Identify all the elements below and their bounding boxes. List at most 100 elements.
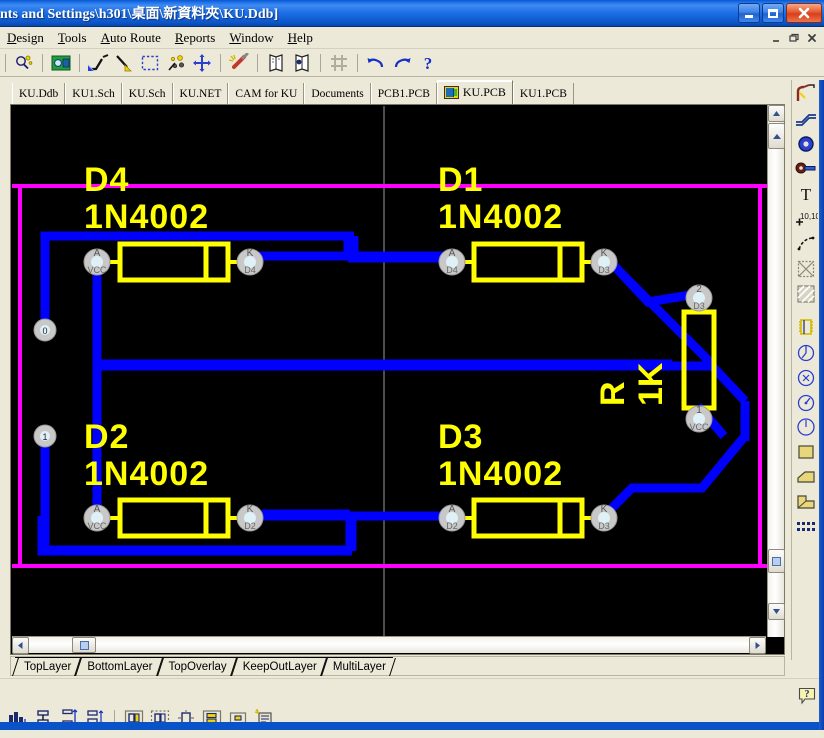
place-split-plane-icon[interactable] bbox=[794, 465, 818, 489]
redo-icon[interactable] bbox=[391, 52, 413, 74]
component-designator: D3 bbox=[438, 418, 483, 456]
pad-net: D4 bbox=[446, 265, 458, 275]
pad-d4-a[interactable]: A VCC bbox=[84, 248, 110, 275]
component-designator: R bbox=[594, 381, 632, 406]
menu-item-help[interactable]: Help bbox=[281, 29, 320, 47]
place-polygon-plane-icon[interactable] bbox=[794, 282, 818, 306]
place-dimension-icon[interactable] bbox=[794, 390, 818, 414]
scroll-grip bbox=[80, 641, 89, 650]
pad-net: D2 bbox=[244, 521, 256, 531]
pad-r-1[interactable]: 1 VCC bbox=[686, 405, 712, 432]
place-via-icon[interactable] bbox=[794, 132, 818, 156]
place-pad-icon[interactable] bbox=[794, 157, 818, 181]
horizontal-scrollbar[interactable] bbox=[12, 636, 766, 653]
document-tab-documents[interactable]: Documents bbox=[304, 83, 370, 104]
document-tab-cam-for-ku[interactable]: CAM for KU bbox=[228, 83, 304, 104]
place-line-icon[interactable] bbox=[113, 52, 135, 74]
document-tab-ku-ddb[interactable]: KU.Ddb bbox=[12, 83, 65, 104]
place-track-icon[interactable] bbox=[794, 107, 818, 131]
scroll-left-button[interactable] bbox=[12, 637, 29, 654]
place-rectangle-fill-icon[interactable] bbox=[794, 440, 818, 464]
menu-item-auto-route[interactable]: Auto Route bbox=[94, 29, 168, 47]
browse-components-icon[interactable] bbox=[265, 52, 287, 74]
close-icon bbox=[797, 6, 811, 20]
layer-tab-multilayer[interactable]: MultiLayer bbox=[324, 657, 393, 675]
place-arc-center-icon[interactable] bbox=[794, 232, 818, 256]
window-close-button[interactable] bbox=[786, 3, 822, 23]
pcb-canvas[interactable]: D4 1N4002 D1 1N4002 bbox=[12, 106, 767, 636]
menu-item-design[interactable]: Design bbox=[0, 29, 51, 47]
move-icon[interactable] bbox=[191, 52, 213, 74]
pad-d2-a[interactable]: A VCC bbox=[84, 504, 110, 531]
component-comment: 1N4002 bbox=[438, 198, 563, 236]
pad-d4-k[interactable]: K D4 bbox=[237, 248, 263, 275]
place-arc-edge-icon[interactable] bbox=[794, 340, 818, 364]
toolbar-separator bbox=[220, 54, 221, 72]
pad-r-2[interactable]: 2 D3 bbox=[686, 284, 712, 311]
place-component-icon[interactable] bbox=[794, 315, 818, 339]
scroll-right-button[interactable] bbox=[749, 637, 766, 654]
mdi-close-button[interactable] bbox=[804, 30, 820, 45]
mdi-minimize-button[interactable] bbox=[768, 30, 784, 45]
highlight-net-icon[interactable] bbox=[228, 52, 250, 74]
component-comment: 1N4002 bbox=[438, 455, 563, 493]
pad-d2-k[interactable]: K D2 bbox=[237, 504, 263, 531]
interactive-routing-icon[interactable] bbox=[794, 82, 818, 106]
scroll-up-button[interactable] bbox=[768, 105, 785, 122]
place-array-icon[interactable] bbox=[794, 515, 818, 539]
chevron-up-icon bbox=[772, 131, 782, 141]
mdi-restore-button[interactable] bbox=[786, 30, 802, 45]
layer-tab-topoverlay[interactable]: TopOverlay bbox=[160, 657, 234, 675]
layer-tab-toplayer[interactable]: TopLayer bbox=[15, 657, 78, 675]
document-tab-ku-sch[interactable]: KU.Sch bbox=[122, 83, 173, 104]
pad-1[interactable]: 1 bbox=[34, 425, 56, 447]
move-selection-icon[interactable] bbox=[165, 52, 187, 74]
view-board-icon[interactable] bbox=[50, 52, 72, 74]
document-tab-ku-pcb[interactable]: KU.PCB bbox=[437, 80, 513, 104]
scroll-thumb-bottom[interactable] bbox=[768, 549, 785, 573]
component-comment: 1N4002 bbox=[84, 198, 209, 236]
pad-name: K bbox=[247, 248, 254, 259]
document-tab-pcb1-pcb[interactable]: PCB1.PCB bbox=[371, 83, 437, 104]
pad-d1-a[interactable]: A D4 bbox=[439, 248, 465, 275]
window-minimize-button[interactable] bbox=[738, 3, 760, 23]
place-coordinate-icon[interactable]: 10,10 bbox=[794, 207, 818, 231]
help-balloon-icon[interactable]: ? bbox=[798, 687, 816, 705]
place-full-circle-icon[interactable] bbox=[794, 415, 818, 439]
vertical-scrollbar[interactable] bbox=[767, 105, 784, 637]
menu-item-tools[interactable]: Tools bbox=[51, 29, 94, 47]
layer-tab-bottomlayer[interactable]: BottomLayer bbox=[78, 657, 159, 675]
tab-label: KU.Ddb bbox=[19, 88, 58, 100]
place-track-icon[interactable] bbox=[87, 52, 109, 74]
component-designator: D4 bbox=[84, 161, 129, 199]
window-maximize-button[interactable] bbox=[762, 3, 784, 23]
pad-d1-k[interactable]: K D3 bbox=[591, 248, 617, 275]
status-bar bbox=[0, 722, 824, 730]
document-tab-ku-net[interactable]: KU.NET bbox=[173, 83, 229, 104]
place-arc-any-angle-icon[interactable] bbox=[794, 365, 818, 389]
undo-icon[interactable] bbox=[365, 52, 387, 74]
document-tab-ku1-pcb[interactable]: KU1.PCB bbox=[513, 83, 574, 104]
scroll-thumb-top[interactable] bbox=[768, 123, 785, 149]
pad-name: A bbox=[449, 248, 456, 259]
scroll-down-button[interactable] bbox=[768, 603, 785, 620]
hscroll-thumb[interactable] bbox=[72, 637, 96, 653]
zoom-area-icon[interactable] bbox=[13, 52, 35, 74]
menu-item-reports[interactable]: Reports bbox=[168, 29, 222, 47]
menu-label-reports: eports bbox=[184, 30, 216, 45]
place-string-icon[interactable]: T bbox=[794, 182, 818, 206]
pad-0[interactable]: 0 bbox=[34, 319, 56, 341]
layer-tab-keepoutlayer[interactable]: KeepOutLayer bbox=[234, 657, 324, 675]
pad-d3-k[interactable]: K D3 bbox=[591, 504, 617, 531]
pad-name: K bbox=[247, 504, 254, 515]
main-toolbar: ? bbox=[0, 49, 824, 77]
select-region-icon[interactable] bbox=[139, 52, 161, 74]
toggle-grid-icon[interactable] bbox=[328, 52, 350, 74]
document-tab-ku1-sch[interactable]: KU1.Sch bbox=[65, 83, 122, 104]
help-icon[interactable]: ? bbox=[417, 52, 439, 74]
pad-d3-a[interactable]: A D2 bbox=[439, 504, 465, 531]
browse-library-icon[interactable] bbox=[291, 52, 313, 74]
place-fill-icon[interactable] bbox=[794, 257, 818, 281]
menu-item-window[interactable]: Window bbox=[222, 29, 280, 47]
place-room-icon[interactable] bbox=[794, 490, 818, 514]
